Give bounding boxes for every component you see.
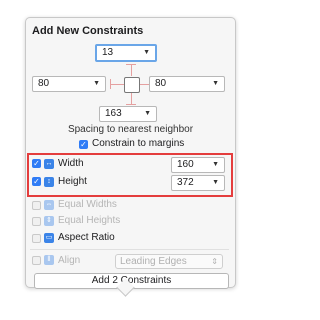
right-constraint-value: 80 [155,78,167,89]
width-checkbox[interactable]: ✓ [32,159,41,168]
width-icon: ↔ [44,159,54,169]
aspect-ratio-label: Aspect Ratio [58,232,115,243]
align-select: Leading Edges ⇕ [115,254,223,269]
width-value-field[interactable]: 160 ▼ [171,157,225,173]
chevron-down-icon: ▼ [144,110,151,117]
equal-widths-icon: ⇔ [44,200,54,210]
align-checkbox [32,256,41,265]
height-value: 372 [177,177,194,188]
view-placeholder-box [124,77,140,93]
equal-heights-label: Equal Heights [58,215,121,226]
top-constraint-field[interactable]: 13 ▼ [95,44,157,62]
chevron-down-icon: ▼ [212,179,219,186]
divider [30,249,229,250]
width-value: 160 [177,159,194,170]
bottom-connector [131,92,132,104]
top-connector [131,64,132,76]
aspect-ratio-icon: ▭ [44,233,54,243]
height-icon: ↕ [44,177,54,187]
equal-widths-label: Equal Widths [58,199,117,210]
bottom-constraint-field[interactable]: 163 ▼ [99,106,157,122]
align-label: Align [58,255,81,266]
left-constraint-value: 80 [38,78,50,89]
panel-title: Add New Constraints [32,25,144,37]
updown-chevron-icon: ⇕ [211,257,218,266]
aspect-ratio-checkbox[interactable] [32,234,41,243]
equal-heights-checkbox [32,217,41,226]
height-checkbox[interactable]: ✓ [32,177,41,186]
equal-widths-checkbox [32,201,41,210]
top-constraint-value: 13 [102,47,114,58]
chevron-down-icon: ▼ [93,80,100,87]
chevron-down-icon: ▼ [212,80,219,87]
bottom-cap [126,104,136,105]
width-label: Width [58,158,84,169]
left-constraint-field[interactable]: 80 ▼ [32,76,106,92]
equal-heights-icon: ⇕ [44,216,54,226]
left-connector [110,84,124,85]
constrain-margins-label: Constrain to margins [92,138,185,149]
spacing-label: Spacing to nearest neighbor [67,124,194,135]
chevron-down-icon: ▼ [143,49,150,56]
align-icon: ⫴ [44,255,54,265]
height-label: Height [58,176,87,187]
right-constraint-field[interactable]: 80 ▼ [149,76,225,92]
chevron-down-icon: ▼ [212,161,219,168]
constrain-margins-checkbox[interactable]: ✓ [79,140,88,149]
height-value-field[interactable]: 372 ▼ [171,175,225,191]
bottom-constraint-value: 163 [105,108,122,119]
add-constraints-popover: Add New Constraints 13 ▼ 80 ▼ 80 ▼ 163 ▼… [25,17,236,289]
align-select-value: Leading Edges [120,256,187,267]
